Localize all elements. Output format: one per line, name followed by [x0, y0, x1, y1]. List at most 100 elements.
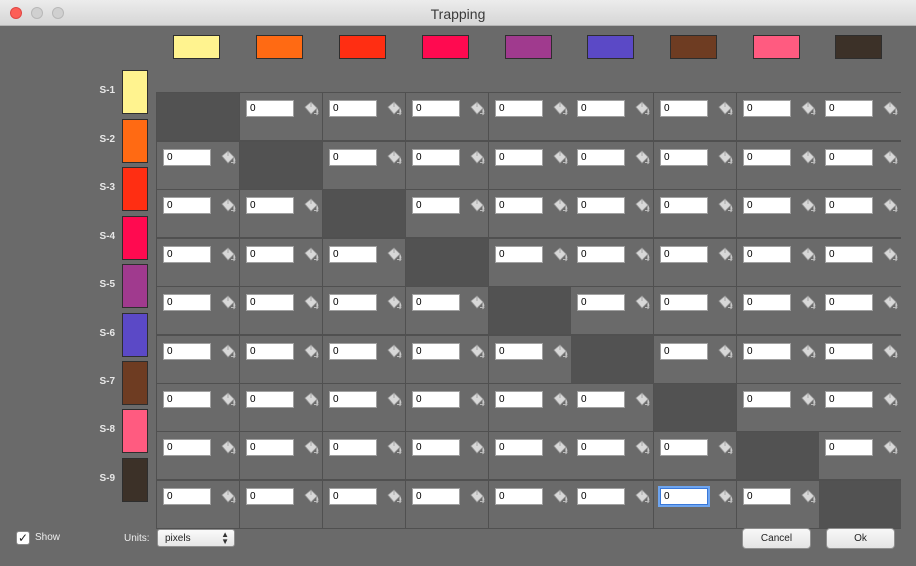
trap-width-input[interactable]: [825, 197, 873, 214]
trap-width-input[interactable]: [163, 294, 211, 311]
trap-width-input[interactable]: [577, 391, 625, 408]
trap-width-input[interactable]: [246, 294, 294, 311]
paint-bucket-icon[interactable]: [799, 343, 817, 361]
trap-width-input[interactable]: [660, 343, 708, 360]
trap-width-input[interactable]: [495, 343, 543, 360]
paint-bucket-icon[interactable]: [468, 149, 486, 167]
paint-bucket-icon[interactable]: [468, 343, 486, 361]
trap-width-input[interactable]: [743, 391, 791, 408]
trap-width-input[interactable]: [412, 488, 460, 505]
paint-bucket-icon[interactable]: [468, 197, 486, 215]
paint-bucket-icon[interactable]: [302, 439, 320, 457]
trap-width-input[interactable]: [246, 439, 294, 456]
trap-width-input[interactable]: [825, 246, 873, 263]
trap-width-input[interactable]: [246, 343, 294, 360]
trap-width-input[interactable]: [495, 246, 543, 263]
trap-width-input[interactable]: [660, 100, 708, 117]
trap-width-input[interactable]: [495, 391, 543, 408]
paint-bucket-icon[interactable]: [385, 100, 403, 118]
paint-bucket-icon[interactable]: [633, 246, 651, 264]
paint-bucket-icon[interactable]: [716, 343, 734, 361]
paint-bucket-icon[interactable]: [716, 488, 734, 506]
paint-bucket-icon[interactable]: [633, 488, 651, 506]
trap-width-input[interactable]: [329, 149, 377, 166]
paint-bucket-icon[interactable]: [551, 391, 569, 409]
trap-width-input[interactable]: [246, 197, 294, 214]
trap-width-input[interactable]: [163, 149, 211, 166]
trap-width-input[interactable]: [412, 391, 460, 408]
trap-width-input[interactable]: [495, 100, 543, 117]
paint-bucket-icon[interactable]: [219, 343, 237, 361]
paint-bucket-icon[interactable]: [302, 294, 320, 312]
paint-bucket-icon[interactable]: [219, 197, 237, 215]
paint-bucket-icon[interactable]: [219, 246, 237, 264]
trap-width-input[interactable]: [577, 488, 625, 505]
trap-width-input[interactable]: [825, 149, 873, 166]
paint-bucket-icon[interactable]: [799, 246, 817, 264]
paint-bucket-icon[interactable]: [468, 100, 486, 118]
paint-bucket-icon[interactable]: [881, 246, 899, 264]
paint-bucket-icon[interactable]: [385, 294, 403, 312]
trap-width-input[interactable]: [163, 488, 211, 505]
trap-width-input[interactable]: [246, 488, 294, 505]
paint-bucket-icon[interactable]: [551, 149, 569, 167]
trap-width-input[interactable]: [577, 439, 625, 456]
paint-bucket-icon[interactable]: [551, 439, 569, 457]
paint-bucket-icon[interactable]: [385, 488, 403, 506]
paint-bucket-icon[interactable]: [633, 439, 651, 457]
trap-width-input[interactable]: [577, 294, 625, 311]
paint-bucket-icon[interactable]: [716, 294, 734, 312]
trap-width-input[interactable]: [660, 488, 708, 505]
units-select[interactable]: pixels ▲ ▼: [157, 529, 235, 547]
paint-bucket-icon[interactable]: [302, 343, 320, 361]
trap-width-input[interactable]: [743, 149, 791, 166]
paint-bucket-icon[interactable]: [385, 246, 403, 264]
paint-bucket-icon[interactable]: [716, 197, 734, 215]
trap-width-input[interactable]: [660, 294, 708, 311]
paint-bucket-icon[interactable]: [881, 343, 899, 361]
paint-bucket-icon[interactable]: [302, 391, 320, 409]
trap-width-input[interactable]: [412, 439, 460, 456]
trap-width-input[interactable]: [412, 294, 460, 311]
trap-width-input[interactable]: [743, 488, 791, 505]
paint-bucket-icon[interactable]: [302, 488, 320, 506]
paint-bucket-icon[interactable]: [633, 100, 651, 118]
paint-bucket-icon[interactable]: [799, 294, 817, 312]
paint-bucket-icon[interactable]: [881, 100, 899, 118]
paint-bucket-icon[interactable]: [551, 100, 569, 118]
paint-bucket-icon[interactable]: [716, 246, 734, 264]
paint-bucket-icon[interactable]: [716, 439, 734, 457]
trap-width-input[interactable]: [825, 391, 873, 408]
paint-bucket-icon[interactable]: [302, 246, 320, 264]
trap-width-input[interactable]: [577, 197, 625, 214]
trap-width-input[interactable]: [825, 343, 873, 360]
paint-bucket-icon[interactable]: [302, 100, 320, 118]
paint-bucket-icon[interactable]: [385, 149, 403, 167]
trap-width-input[interactable]: [743, 246, 791, 263]
trap-width-input[interactable]: [495, 197, 543, 214]
paint-bucket-icon[interactable]: [799, 391, 817, 409]
trap-width-input[interactable]: [329, 488, 377, 505]
paint-bucket-icon[interactable]: [799, 100, 817, 118]
trap-width-input[interactable]: [412, 149, 460, 166]
trap-width-input[interactable]: [743, 294, 791, 311]
paint-bucket-icon[interactable]: [468, 439, 486, 457]
show-checkbox[interactable]: ✓: [16, 531, 30, 545]
paint-bucket-icon[interactable]: [302, 197, 320, 215]
trap-width-input[interactable]: [660, 439, 708, 456]
paint-bucket-icon[interactable]: [716, 149, 734, 167]
paint-bucket-icon[interactable]: [219, 488, 237, 506]
paint-bucket-icon[interactable]: [633, 391, 651, 409]
paint-bucket-icon[interactable]: [385, 391, 403, 409]
ok-button[interactable]: Ok: [826, 528, 895, 549]
trap-width-input[interactable]: [329, 439, 377, 456]
paint-bucket-icon[interactable]: [799, 197, 817, 215]
trap-width-input[interactable]: [163, 246, 211, 263]
trap-width-input[interactable]: [660, 197, 708, 214]
paint-bucket-icon[interactable]: [219, 294, 237, 312]
trap-width-input[interactable]: [495, 439, 543, 456]
paint-bucket-icon[interactable]: [881, 149, 899, 167]
paint-bucket-icon[interactable]: [881, 391, 899, 409]
paint-bucket-icon[interactable]: [551, 197, 569, 215]
trap-width-input[interactable]: [163, 391, 211, 408]
